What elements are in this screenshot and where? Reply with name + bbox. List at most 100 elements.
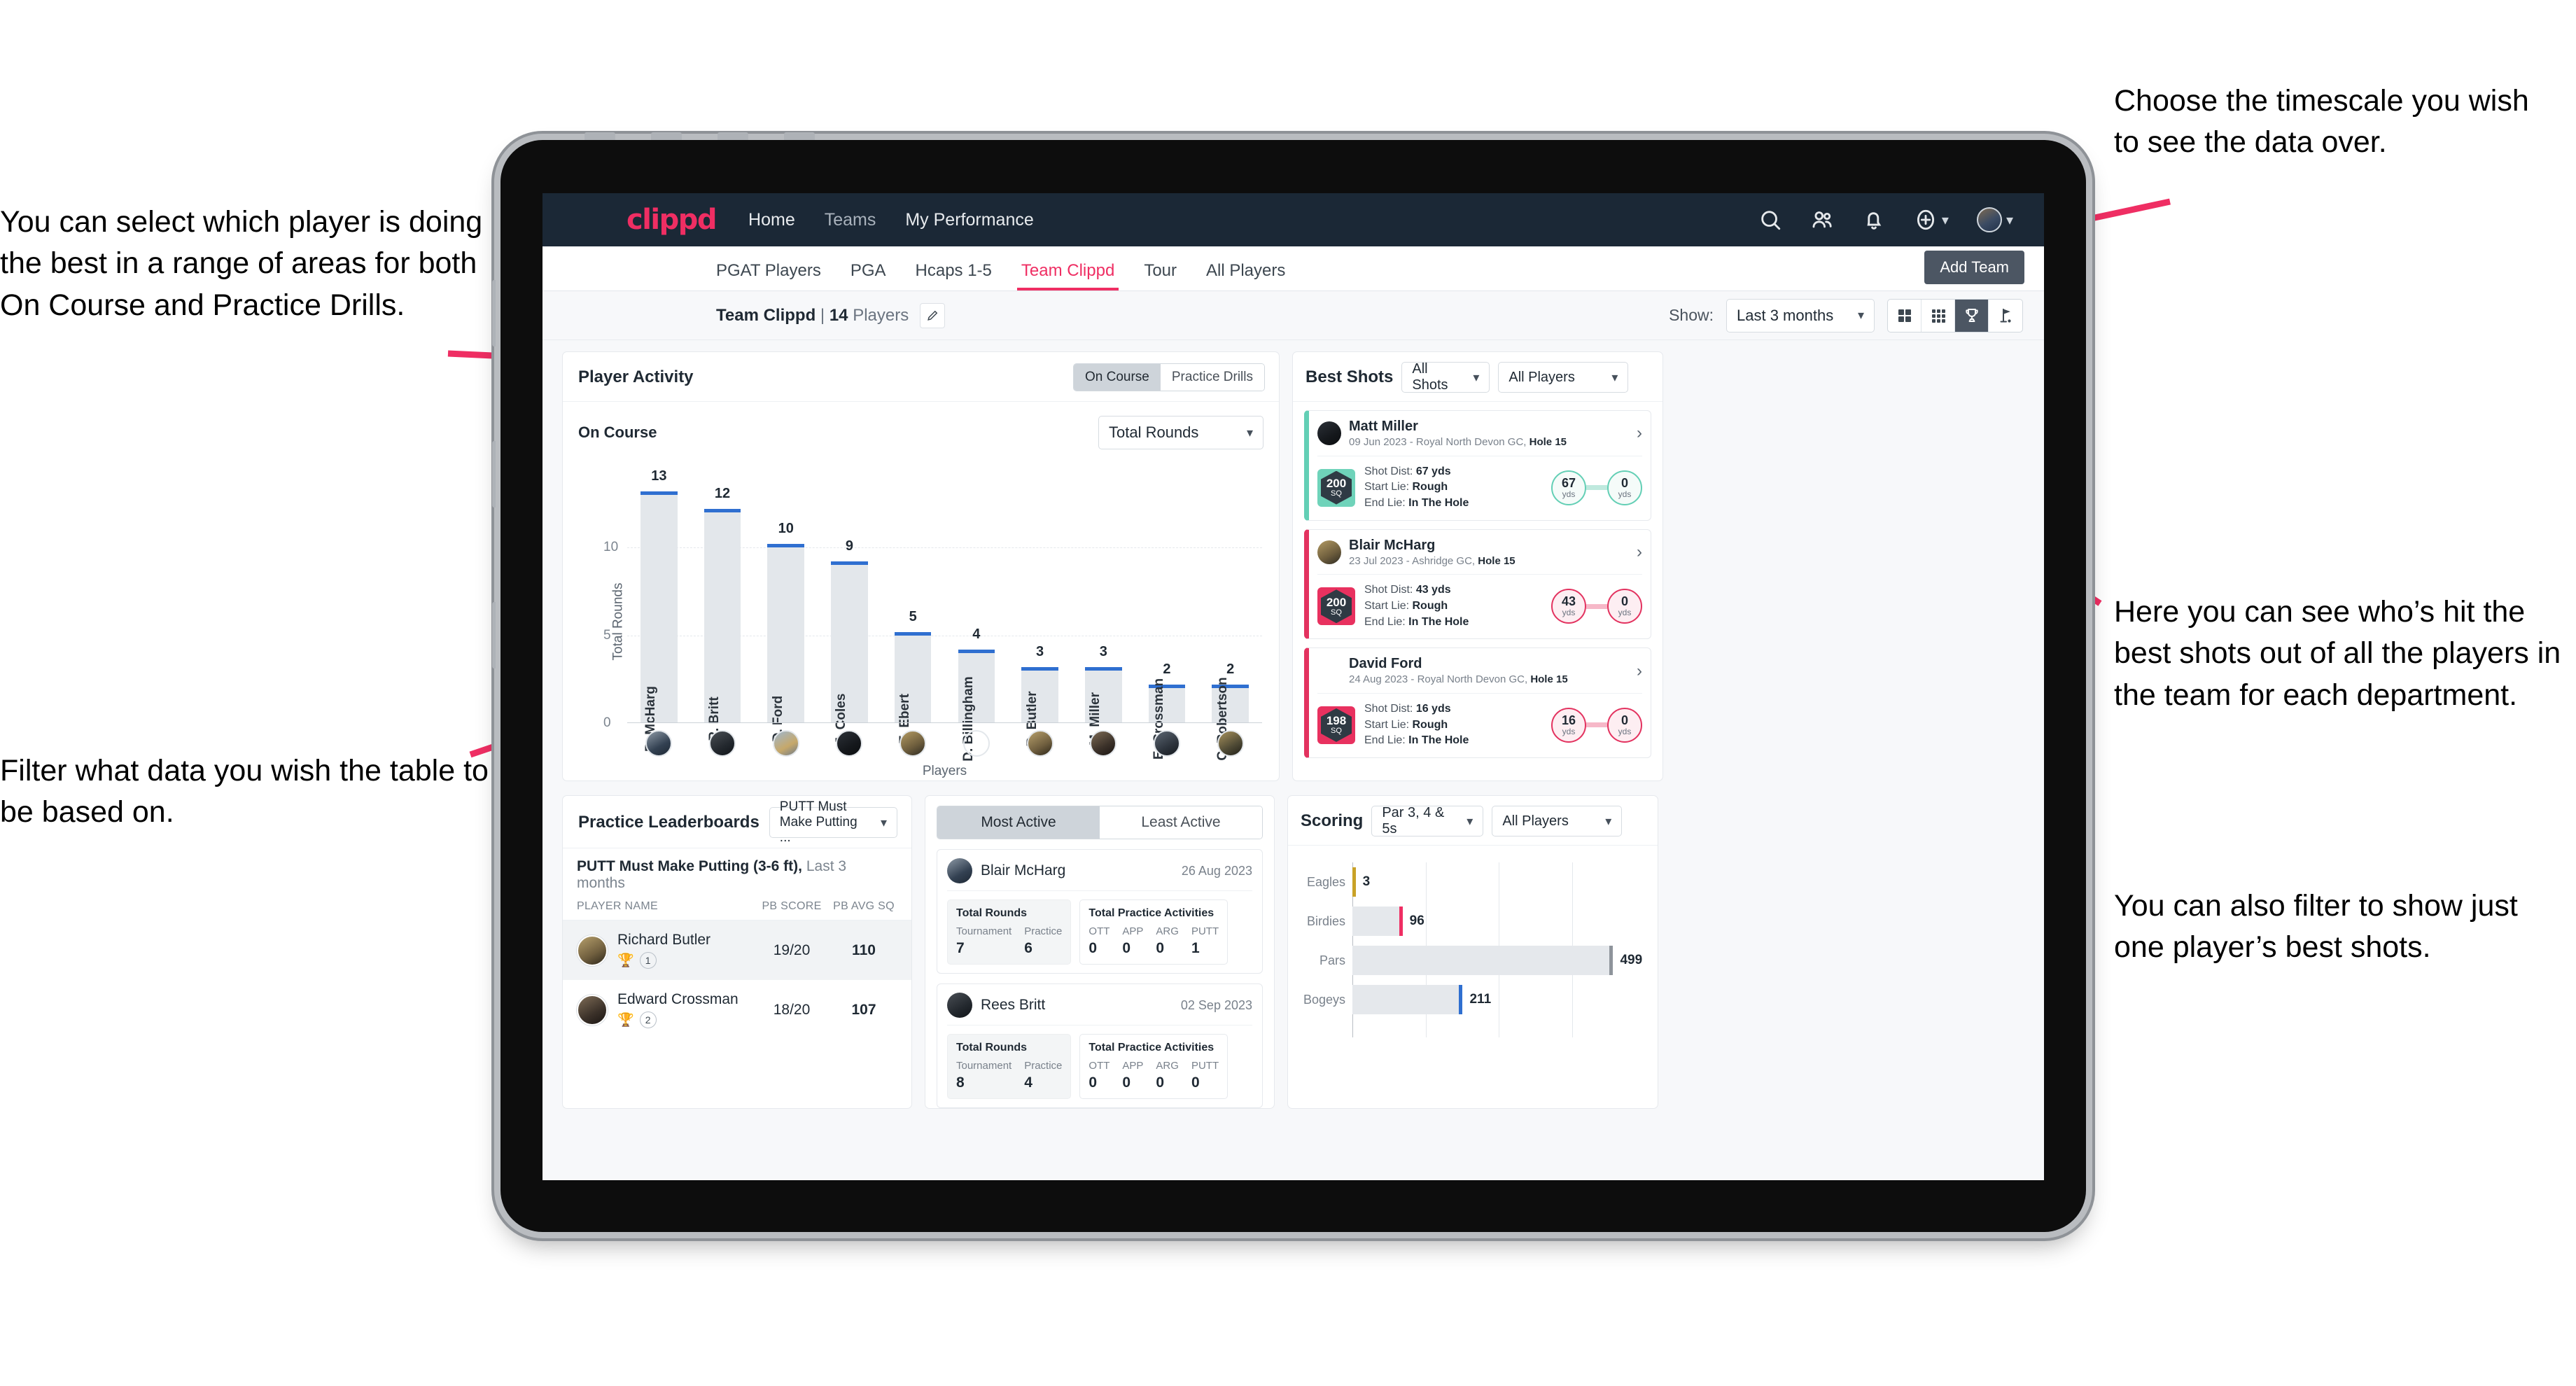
chart-bar[interactable]: 3 M. Miller: [1084, 644, 1122, 746]
chart-bar-slot[interactable]: 4 D. Billingham: [945, 477, 1009, 762]
tab-most-active[interactable]: Most Active: [937, 806, 1100, 839]
chart-bar-slot[interactable]: 5 E. Ebert: [881, 477, 945, 744]
scoring-row[interactable]: Birdies 96: [1301, 902, 1645, 941]
plus-circle-icon[interactable]: [1914, 208, 1938, 232]
chart-bar-slot[interactable]: 10 D. Ford: [754, 477, 818, 742]
chart-bar[interactable]: 12 R. Britt: [704, 486, 741, 741]
timescale-select[interactable]: Last 3 months ▾: [1726, 298, 1875, 332]
shot-end-pill: 0 yds: [1607, 707, 1642, 743]
bell-icon[interactable]: [1862, 208, 1886, 232]
chart-bar[interactable]: 3 R. Butler: [1021, 644, 1058, 747]
chart-bar-value: 2: [1163, 661, 1171, 677]
chart-bar[interactable]: 9 J. Coles: [831, 538, 868, 744]
add-team-button[interactable]: Add Team: [1924, 251, 2024, 284]
practice-leaderboards-header: Practice Leaderboards PUTT Must Make Put…: [563, 796, 911, 848]
scoring-row[interactable]: Eagles 3: [1301, 862, 1645, 902]
view-toggle-grid-4[interactable]: [1888, 299, 1921, 332]
chart-avatar-slot: [1072, 730, 1135, 757]
avatar[interactable]: [1217, 730, 1244, 757]
tab-pgat-players[interactable]: PGAT Players: [716, 261, 821, 290]
tab-least-active[interactable]: Least Active: [1100, 806, 1262, 839]
drill-select[interactable]: PUTT Must Make Putting ... ▾: [769, 799, 897, 845]
clippd-logo[interactable]: clippd: [626, 204, 718, 236]
table-row[interactable]: Edward Crossman 🏆 2 18/20 107: [563, 980, 911, 1040]
scoring-row[interactable]: Pars 499: [1301, 941, 1645, 980]
plus-chevron-down-icon[interactable]: ▾: [1942, 211, 1949, 229]
chart-bar[interactable]: 4 D. Billingham: [958, 626, 995, 762]
view-toggle-grid-9[interactable]: [1921, 299, 1955, 332]
chart-bar-value: 10: [778, 521, 794, 537]
people-icon[interactable]: [1810, 208, 1834, 232]
avatar-chevron-down-icon[interactable]: ▾: [2006, 211, 2013, 229]
avatar: [577, 994, 608, 1026]
table-row[interactable]: Richard Butler 🏆 1 19/20 110: [563, 920, 911, 980]
best-shots-player-select[interactable]: All Players ▾: [1498, 362, 1629, 393]
shot-distance-diagram: 43 yds 0 yds: [1551, 589, 1642, 624]
chevron-right-icon[interactable]: ›: [1637, 542, 1642, 562]
team-sub-bar: Team Clippd | 14 Players Show: Last 3 mo…: [542, 291, 2044, 340]
chart-bar[interactable]: 2 E. Crossman: [1148, 662, 1186, 760]
rounds-column: Tournament 8: [956, 1060, 1011, 1091]
best-shot-card[interactable]: Matt Miller 09 Jun 2023 - Royal North Dev…: [1304, 410, 1651, 521]
search-icon[interactable]: [1758, 208, 1782, 232]
avatar[interactable]: [899, 730, 927, 757]
best-shot-card[interactable]: David Ford 24 Aug 2023 - Royal North Devo…: [1304, 648, 1651, 758]
dashboard-row-1: Player Activity On Course Practice Drill…: [562, 351, 2024, 781]
total-rounds-columns: Tournament 7 Practice 6: [956, 925, 1062, 957]
practice-column-label: OTT: [1088, 925, 1110, 937]
edit-team-button[interactable]: [920, 302, 946, 328]
avatar[interactable]: [772, 730, 799, 757]
view-toggle-trophy[interactable]: [1955, 299, 1989, 332]
avatar[interactable]: [836, 730, 863, 757]
scoring-bar-track: 3: [1352, 867, 1645, 897]
chart-bar[interactable]: 5 E. Ebert: [894, 609, 932, 744]
chart-bar-slot[interactable]: 3 M. Miller: [1072, 477, 1135, 746]
nav-link-teams[interactable]: Teams: [825, 210, 876, 230]
chart-bar-slot[interactable]: 3 R. Butler: [1008, 477, 1072, 747]
view-toggle-golf-flag[interactable]: [1989, 300, 2022, 332]
tab-tour[interactable]: Tour: [1144, 261, 1177, 290]
practice-column-label: OTT: [1088, 1060, 1110, 1072]
activity-item[interactable]: Blair McHarg 26 Aug 2023 Total Rounds Tourn…: [937, 849, 1263, 974]
activity-item[interactable]: Rees Britt 02 Sep 2023 Total Rounds Tournam…: [937, 983, 1263, 1108]
nav-link-home[interactable]: Home: [748, 210, 795, 230]
scoring-player-select[interactable]: All Players ▾: [1492, 806, 1623, 836]
scoring-row[interactable]: Bogeys 211: [1301, 980, 1645, 1019]
avatar[interactable]: [962, 730, 990, 757]
best-shots-type-select[interactable]: All Shots ▾: [1401, 361, 1490, 393]
segment-practice-drills[interactable]: Practice Drills: [1160, 364, 1264, 391]
chart-bar-slot[interactable]: 12 R. Britt: [691, 477, 755, 741]
total-practice-columns: OTT 0 APP 0 ARG 0 PUTT 0: [1088, 1060, 1219, 1091]
tab-team-clippd[interactable]: Team Clippd: [1016, 261, 1119, 290]
chart-bar[interactable]: 2 C. Robertson: [1212, 662, 1249, 761]
avatar[interactable]: [645, 730, 673, 757]
avatar[interactable]: [1026, 730, 1054, 757]
shot-distance-diagram: 16 yds 0 yds: [1551, 707, 1642, 743]
avatar[interactable]: [709, 730, 736, 757]
metric-value: Total Rounds: [1109, 424, 1199, 441]
avatar[interactable]: [1153, 730, 1180, 757]
metric-select[interactable]: Total Rounds ▾: [1098, 416, 1264, 449]
avatar[interactable]: [1090, 730, 1117, 757]
shot-end-unit: yds: [1618, 726, 1632, 736]
shot-end-pill: 0 yds: [1607, 589, 1642, 624]
chevron-right-icon[interactable]: ›: [1637, 662, 1642, 681]
chart-bar-slot[interactable]: 2 E. Crossman: [1135, 477, 1199, 760]
chevron-right-icon[interactable]: ›: [1637, 424, 1642, 443]
avatar[interactable]: [1976, 207, 2002, 232]
best-shots-header: Best Shots All Shots ▾ All Players ▾: [1293, 352, 1662, 402]
chart-bar-slot[interactable]: 2 C. Robertson: [1198, 477, 1262, 761]
chart-bar-slot[interactable]: 13 B. McHarg: [627, 468, 691, 752]
scoring-type-select[interactable]: Par 3, 4 & 5s ▾: [1371, 805, 1484, 836]
chart-bar-slot[interactable]: 9 J. Coles: [818, 477, 881, 744]
nav-link-my-performance[interactable]: My Performance: [905, 210, 1033, 230]
segment-on-course[interactable]: On Course: [1074, 364, 1161, 391]
practice-column-value: 0: [1156, 1074, 1165, 1091]
tab-hcaps-1-5[interactable]: Hcaps 1-5: [916, 261, 992, 290]
column-pb-score: PB SCORE: [762, 900, 822, 912]
best-shot-card[interactable]: Blair McHarg 23 Jul 2023 - Ashridge GC, H…: [1304, 528, 1651, 640]
chart-bar[interactable]: 10 D. Ford: [767, 521, 805, 742]
chart-bar[interactable]: 13 B. McHarg: [640, 468, 678, 752]
tab-all-players[interactable]: All Players: [1206, 261, 1285, 290]
tab-pga[interactable]: PGA: [850, 261, 886, 290]
